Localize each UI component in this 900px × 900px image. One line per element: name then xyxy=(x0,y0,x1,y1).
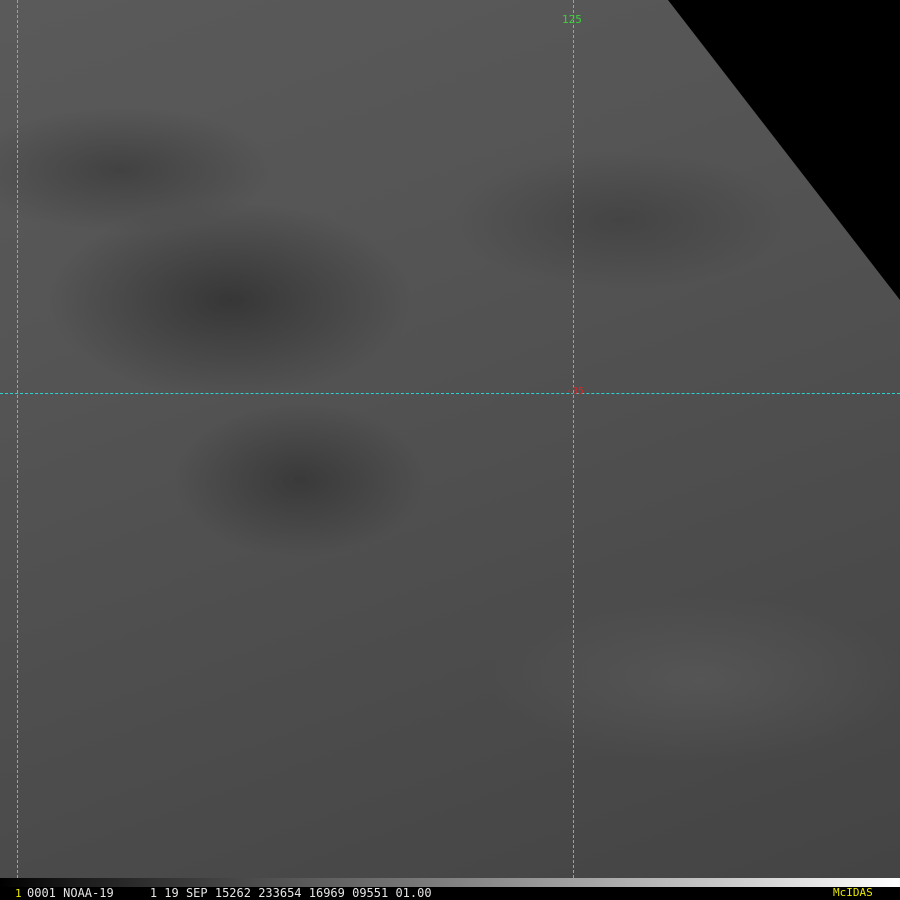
image-caption: 0001 NOAA-19 1 19 SEP 15262 233654 16969… xyxy=(27,886,432,900)
latitude-label: -35 xyxy=(566,386,585,397)
longitude-grid-line xyxy=(573,0,574,878)
longitude-grid-line xyxy=(17,0,18,878)
mcidas-brand: McIDAS xyxy=(833,886,873,899)
longitude-label: 125 xyxy=(562,13,582,26)
satellite-imagery xyxy=(0,0,900,878)
latitude-grid-line xyxy=(0,393,900,394)
frame-number: 1 xyxy=(15,887,22,900)
